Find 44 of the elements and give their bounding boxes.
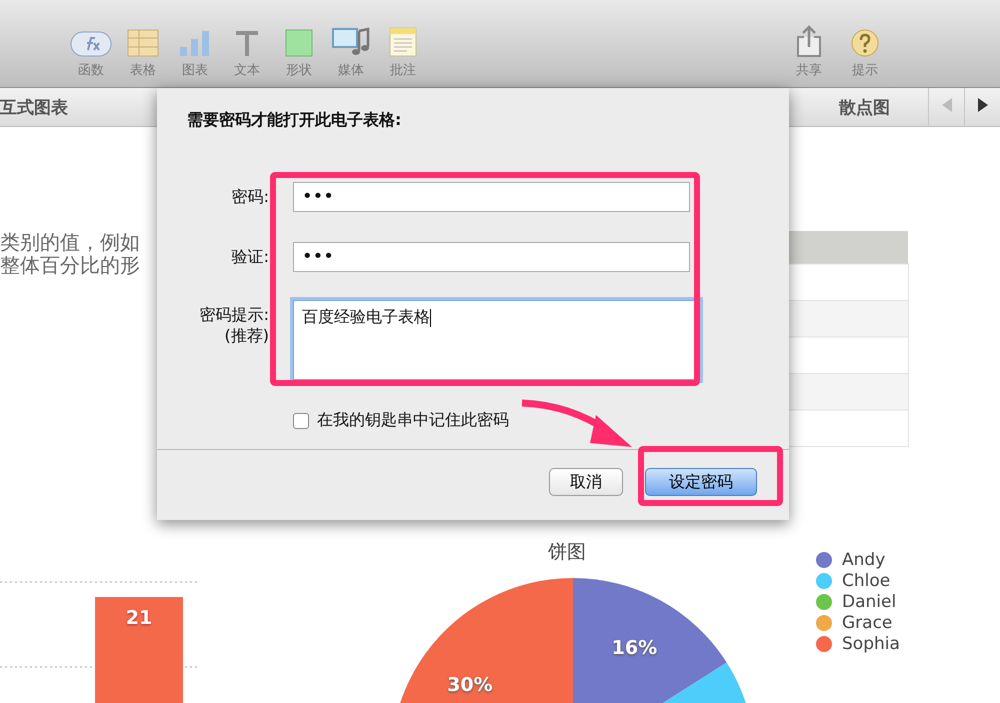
legend-label: Andy: [842, 550, 886, 570]
checkbox-label: 在我的钥匙串中记住此密码: [317, 410, 509, 431]
toolbar-button[interactable]: 批注: [380, 17, 426, 79]
toolbar-button[interactable]: 表格: [120, 17, 166, 79]
sheet-tab[interactable]: 互式图表: [0, 96, 68, 118]
note-icon: [389, 27, 417, 57]
checkbox[interactable]: [293, 412, 309, 428]
slice-label: 30%: [447, 674, 493, 696]
table-icon: [127, 29, 159, 57]
dialog-button[interactable]: 取消: [549, 468, 623, 496]
bar-value-label: 21: [124, 607, 154, 629]
sheet-tab[interactable]: 散点图: [839, 96, 890, 118]
field-label: (推荐): [224, 326, 269, 347]
toolbar-button[interactable]: 函数: [68, 17, 114, 79]
share-icon: [796, 25, 822, 57]
field-label: 密码:: [230, 187, 269, 208]
toolbar-button[interactable]: 共享: [786, 17, 832, 79]
legend-label: Daniel: [842, 592, 896, 612]
toolbar-button[interactable]: 图表: [172, 17, 218, 79]
toolbar-button[interactable]: 形状: [276, 17, 322, 79]
function-icon: [70, 31, 112, 57]
text-icon: [233, 29, 261, 57]
dialog-title: 需要密码才能打开此电子表格:: [187, 110, 402, 131]
legend-label: Grace: [842, 613, 892, 633]
legend-label: Chloe: [842, 571, 890, 591]
bar-chart-icon: [179, 29, 211, 57]
toolbar-button[interactable]: 提示: [842, 17, 888, 79]
left-triangle-icon: [940, 96, 952, 112]
help-icon: [851, 29, 879, 57]
password-field[interactable]: •••: [293, 242, 690, 272]
chart-title: 饼图: [548, 540, 586, 565]
description-text: 整体百分比的形: [0, 254, 140, 277]
legend-label: Sophia: [842, 634, 900, 654]
slice-label: 16%: [612, 637, 658, 660]
toolbar-button[interactable]: 文本: [224, 17, 270, 79]
password-field[interactable]: •••: [293, 182, 690, 212]
toolbar-button[interactable]: 媒体: [328, 17, 374, 79]
square-icon: [285, 29, 313, 57]
right-triangle-icon: [976, 96, 988, 112]
field-label: 验证:: [230, 247, 269, 268]
field-label: 密码提示:: [198, 305, 269, 326]
media-icon: [332, 27, 370, 57]
description-text: 类别的值，例如: [0, 231, 140, 254]
dialog-button[interactable]: 设定密码: [645, 468, 757, 496]
